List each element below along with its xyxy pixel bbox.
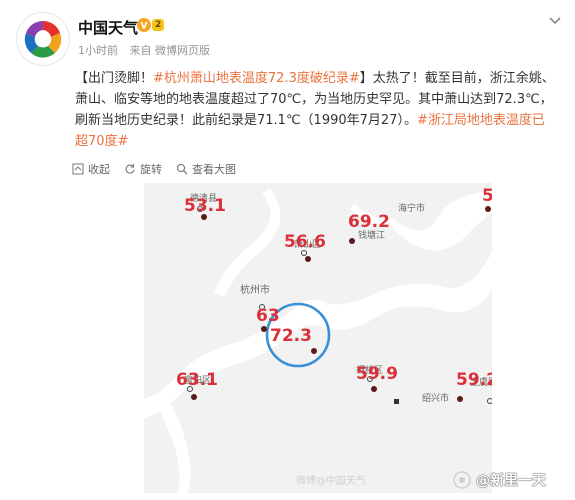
- post-meta: 1小时前 来自 微博网页版: [78, 42, 210, 58]
- level-badge: 2: [152, 19, 165, 31]
- topic-tag[interactable]: #杭州萧山地表温度72.3度破纪录#: [153, 71, 360, 86]
- view-large-label: 查看大图: [192, 163, 236, 176]
- value-deqing: 53.1: [184, 196, 226, 216]
- rotate-icon: [125, 164, 135, 174]
- watermark-text: @新里一天: [476, 473, 546, 489]
- value-keqiao: 59.9: [356, 364, 398, 384]
- station-dot: [485, 206, 491, 212]
- collapse-button[interactable]: 收起: [72, 157, 110, 181]
- magnifier-icon: [176, 163, 188, 175]
- image-toolbar: 收起 旋转 查看大图: [72, 157, 250, 181]
- value-fuyang: 63.1: [176, 370, 218, 390]
- label-haining: 海宁市: [398, 202, 425, 214]
- value-east: 5: [482, 186, 492, 206]
- station-dot: [371, 386, 377, 392]
- station-dot: [191, 394, 197, 400]
- value-qiantang: 69.2: [348, 212, 390, 232]
- county-marker: [394, 399, 399, 404]
- watermark-logo-icon: [453, 471, 471, 489]
- account-name[interactable]: 中国天气: [78, 17, 138, 38]
- post-image-map[interactable]: 德清县 海宁市 钱塘江 杭州市 萧山区 富阳区 柯桥区 绍兴市 上虞区 53.1…: [144, 183, 492, 493]
- label-hangzhou: 杭州市: [240, 283, 270, 296]
- station-dot: [349, 238, 355, 244]
- rotate-button[interactable]: 旋转: [124, 157, 162, 181]
- post-source: 来自 微博网页版: [129, 44, 211, 57]
- label-shaoxing: 绍兴市: [422, 392, 449, 404]
- rotate-label: 旋转: [140, 163, 162, 176]
- view-large-button[interactable]: 查看大图: [176, 157, 236, 181]
- post-time[interactable]: 1小时前: [78, 44, 118, 57]
- post-text-segment: 【出门烫脚！: [75, 71, 154, 86]
- station-dot: [261, 326, 267, 332]
- value-xiaoshan-north: 56.6: [284, 232, 326, 252]
- post-text: 【出门烫脚！#杭州萧山地表温度72.3度破纪录#】太热了！截至目前，浙江余姚、萧…: [75, 68, 555, 152]
- chevron-down-icon[interactable]: [545, 10, 565, 30]
- image-watermark: 微博@中国天气: [296, 476, 366, 487]
- value-hangzhou: 63: [256, 306, 280, 326]
- avatar[interactable]: [16, 12, 70, 66]
- collapse-label: 收起: [88, 163, 110, 176]
- collapse-icon: [72, 163, 84, 175]
- station-dot: [457, 396, 463, 402]
- value-xiaoshan: 72.3: [270, 326, 312, 346]
- value-shangyu: 59.2: [456, 370, 492, 390]
- station-dot: [305, 256, 311, 262]
- station-dot: [311, 348, 317, 354]
- svg-text:V: V: [141, 22, 148, 32]
- verified-icon: V: [137, 18, 151, 32]
